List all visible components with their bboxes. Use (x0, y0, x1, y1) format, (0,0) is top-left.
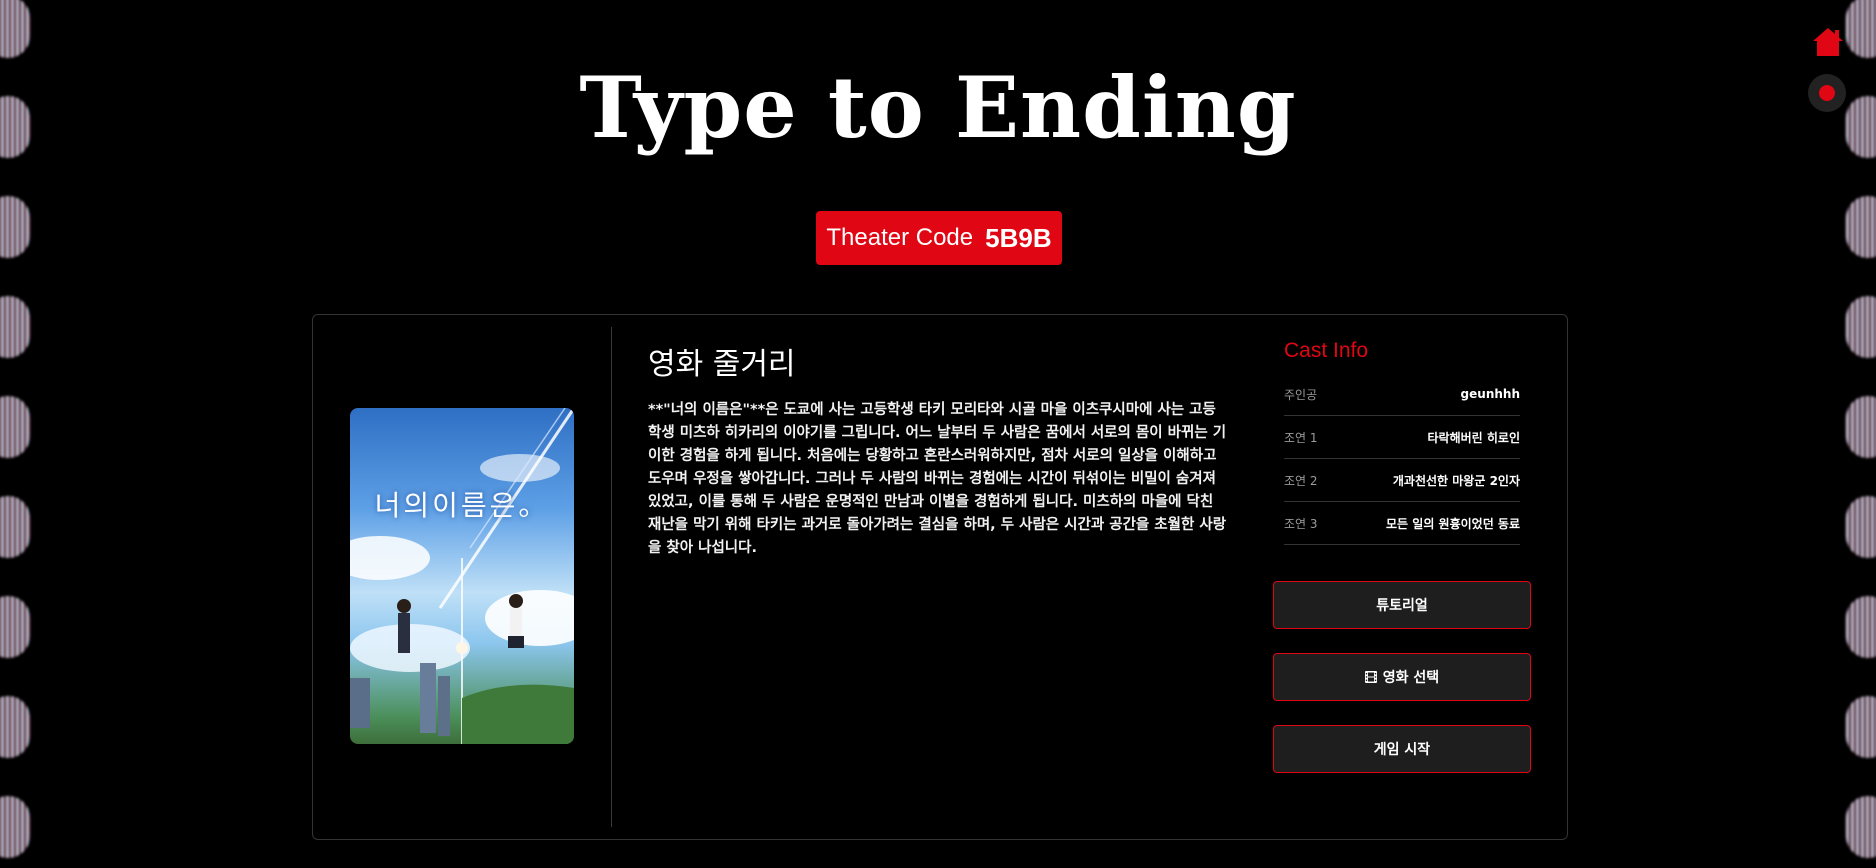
select-movie-button[interactable]: 영화 선택 (1273, 653, 1531, 701)
film-hole (1846, 596, 1876, 658)
poster-art (350, 408, 574, 744)
cast-name: 개과천선한 마왕군 2인자 (1392, 473, 1520, 488)
film-hole (1846, 196, 1876, 258)
film-hole (0, 496, 30, 558)
tutorial-button-label: 튜토리얼 (1376, 598, 1428, 614)
movie-panel: 너의이름은。 영화 줄거리 **"너의 이름은"**은 도쿄에 사는 고등학생 … (312, 314, 1568, 840)
movie-poster: 너의이름은。 (350, 408, 574, 744)
film-hole (0, 796, 30, 858)
film-hole (1846, 796, 1876, 858)
cast-row: 조연 2 개과천선한 마왕군 2인자 (1284, 459, 1520, 502)
film-hole (1846, 496, 1876, 558)
synopsis-text: **"너의 이름은"**은 도쿄에 사는 고등학생 타키 모리타와 시골 마을 … (648, 402, 1227, 556)
film-hole (1846, 696, 1876, 758)
cast-row: 조연 3 모든 일의 원흉이었던 동료 (1284, 502, 1520, 545)
start-game-button-label: 게임 시작 (1373, 742, 1431, 758)
synopsis-heading: 영화 줄거리 (648, 347, 796, 382)
home-icon (1813, 28, 1843, 56)
film-hole (0, 596, 30, 658)
film-hole (0, 296, 30, 358)
page-title: Type to Ending (579, 58, 1297, 157)
film-hole (1846, 0, 1876, 58)
cast-name: 모든 일의 원흉이었던 동료 (1386, 516, 1520, 531)
film-hole (0, 196, 30, 258)
film-icon (1364, 671, 1377, 683)
cast-row: 주인공 geunhhh (1284, 373, 1520, 416)
cast-name: geunhhh (1460, 387, 1520, 401)
cast-name: 타락해버린 히로인 (1427, 430, 1521, 445)
synopsis-section: 영화 줄거리 **"너의 이름은"**은 도쿄에 사는 고등학생 타키 모리타와… (648, 339, 1228, 560)
start-game-button[interactable]: 게임 시작 (1273, 725, 1531, 773)
film-hole (0, 396, 30, 458)
cast-info: Cast Info 주인공 geunhhh 조연 1 타락해버린 히로인 조연 … (1284, 339, 1520, 545)
select-movie-button-label: 영화 선택 (1382, 670, 1440, 686)
film-hole (1846, 396, 1876, 458)
cast-role: 조연 1 (1284, 430, 1318, 445)
cast-title: Cast Info (1284, 339, 1369, 362)
cast-role: 조연 3 (1284, 516, 1318, 531)
panel-divider (611, 327, 612, 827)
cast-role: 조연 2 (1284, 473, 1318, 488)
theater-code-label: Theater Code (826, 224, 974, 251)
cast-row: 조연 1 타락해버린 히로인 (1284, 416, 1520, 459)
film-hole (0, 696, 30, 758)
home-button[interactable] (1808, 22, 1848, 62)
theater-code-badge: Theater Code 5B9B (816, 211, 1062, 265)
film-hole (0, 0, 30, 58)
film-hole (1846, 296, 1876, 358)
cast-role: 주인공 (1284, 387, 1318, 402)
poster-title: 너의이름은。 (374, 489, 550, 522)
theater-code-value: 5B9B (985, 222, 1052, 253)
poster-column: 너의이름은。 (313, 315, 610, 839)
tutorial-button[interactable]: 튜토리얼 (1273, 581, 1531, 629)
